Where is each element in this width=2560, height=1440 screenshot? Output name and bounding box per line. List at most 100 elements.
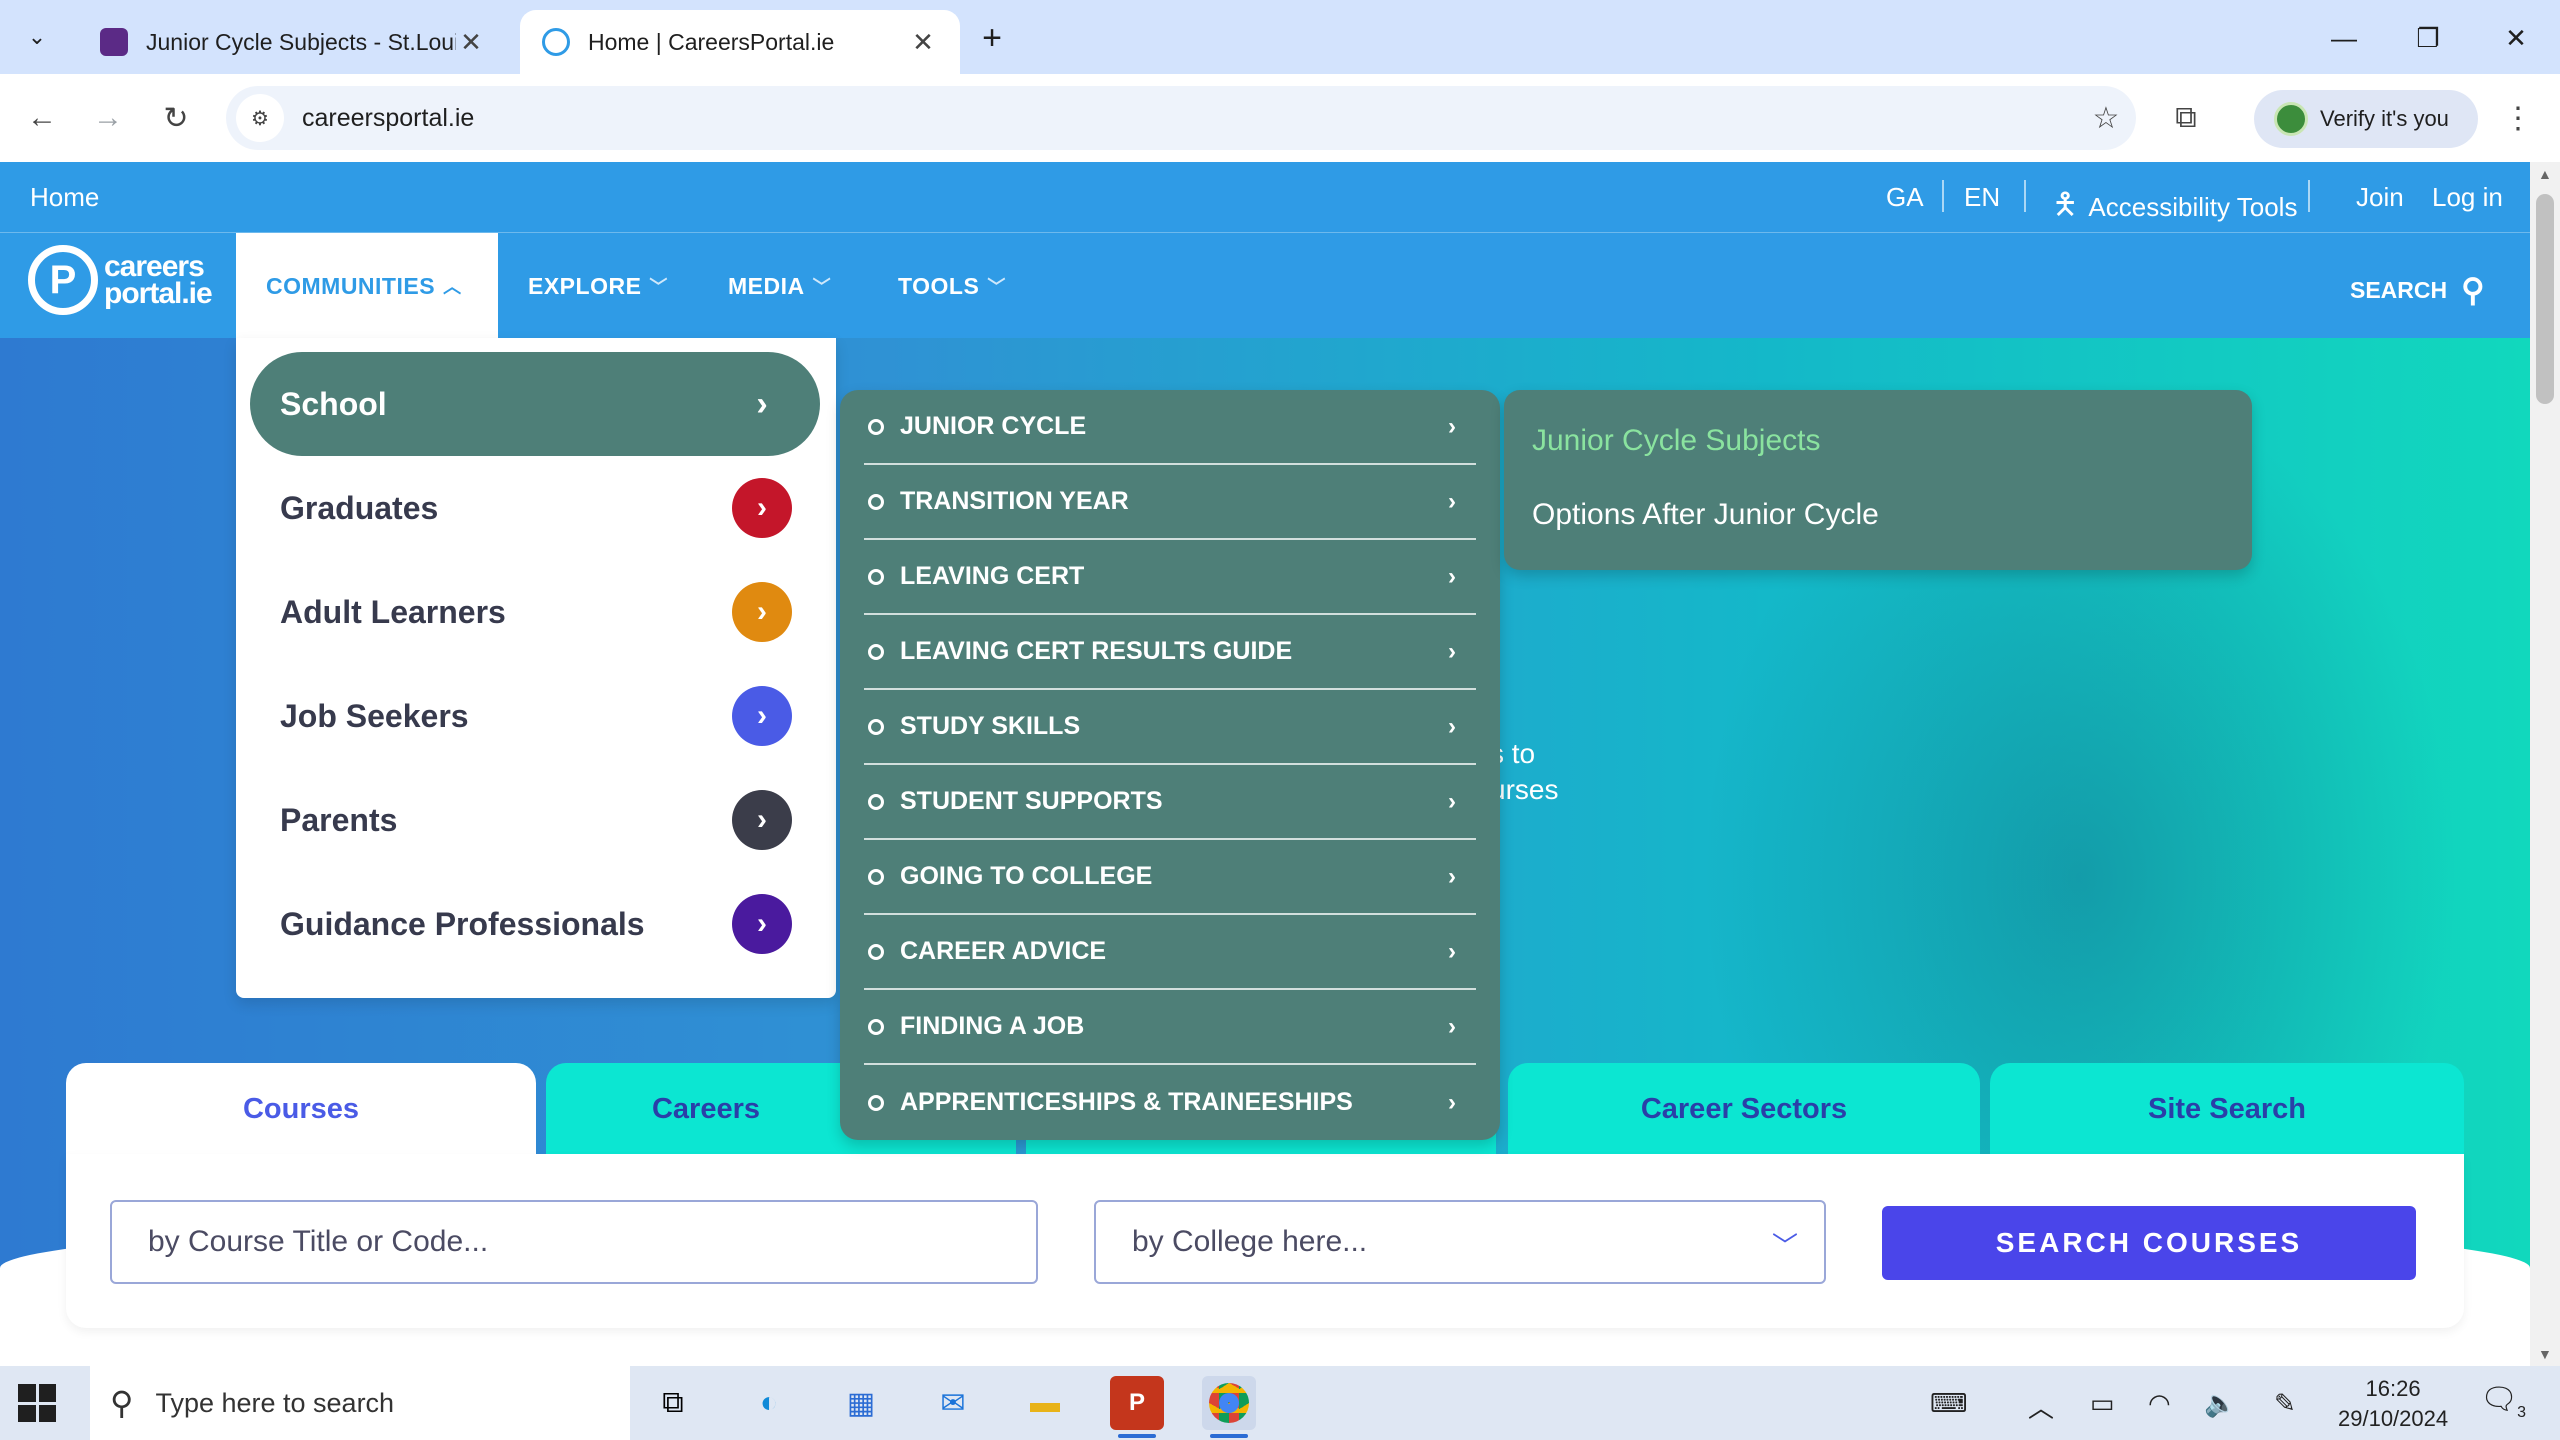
submenu-finding-a-job[interactable]: FINDING A JOB › (864, 990, 1476, 1065)
community-label: Job Seekers (280, 697, 469, 734)
submenu-label: CAREER ADVICE (900, 937, 1107, 965)
more-menu-icon[interactable]: ⋮ (2494, 94, 2542, 142)
bullet-icon (868, 643, 884, 660)
minimize-icon[interactable]: — (2304, 10, 2384, 66)
submenu-career-advice[interactable]: CAREER ADVICE › (864, 915, 1476, 990)
page-scrollbar[interactable]: ▲ ▼ (2530, 162, 2560, 1366)
taskbar-clock[interactable]: 16:26 29/10/2024 (2338, 1374, 2448, 1434)
reload-icon[interactable]: ↻ (152, 94, 200, 142)
accessibility-label: Accessibility Tools (2088, 192, 2298, 222)
tab-courses[interactable]: Courses (66, 1063, 536, 1155)
profile-verify-button[interactable]: Verify it's you (2254, 90, 2478, 148)
accessibility-tools-button[interactable]: 🯅 Accessibility Tools (2052, 182, 2297, 233)
back-icon[interactable]: ← (18, 94, 66, 142)
new-tab-icon[interactable]: + (972, 18, 1012, 58)
task-view-icon[interactable]: ⧉ (646, 1376, 700, 1430)
url-text[interactable]: careersportal.ie (302, 104, 2076, 133)
divider (2024, 180, 2026, 212)
tab-site-search[interactable]: Site Search (1990, 1063, 2464, 1155)
address-bar[interactable]: ⚙ careersportal.ie ☆ (226, 86, 2136, 150)
chevron-right-icon: › (1448, 1012, 1456, 1040)
show-hidden-icons-icon[interactable]: ︿ (2028, 1388, 2054, 1425)
hero-text-line-2: urses (1490, 774, 1559, 805)
login-link[interactable]: Log in (2432, 182, 2503, 213)
community-school[interactable]: School › (250, 352, 820, 456)
chevron-down-icon: ﹀ (1771, 1231, 1798, 1261)
close-tab-icon[interactable]: ✕ (908, 27, 938, 58)
join-link[interactable]: Join (2356, 182, 2404, 213)
site-info-icon[interactable]: ⚙ (236, 94, 284, 142)
battery-icon[interactable]: ▭ (2090, 1388, 2115, 1419)
search-courses-button[interactable]: SEARCH COURSES (1882, 1206, 2416, 1280)
chevron-right-icon: › (1448, 1088, 1456, 1116)
careersportal-logo[interactable]: P careers portal.ie (28, 245, 213, 315)
submenu-leaving-cert-results-guide[interactable]: LEAVING CERT RESULTS GUIDE › (864, 615, 1476, 690)
bookmark-star-icon[interactable]: ☆ (2076, 101, 2136, 136)
search-icon: ⚲ (110, 1385, 134, 1421)
community-adult-learners[interactable]: Adult Learners › (250, 560, 820, 664)
chrome-icon[interactable] (1202, 1376, 1256, 1438)
tab-career-sectors[interactable]: Career Sectors (1508, 1063, 1980, 1155)
mail-icon[interactable]: ✉ (926, 1376, 980, 1430)
file-explorer-icon[interactable]: ▬ (1018, 1376, 1072, 1430)
hero-text-line-1: s to (1490, 738, 1536, 769)
store-icon[interactable]: ▦ (834, 1376, 888, 1430)
browser-tab-junior-cycle[interactable]: Junior Cycle Subjects - St.Louis S ✕ (78, 10, 508, 74)
lang-en-link[interactable]: EN (1964, 182, 2000, 213)
forward-icon[interactable]: → (84, 94, 132, 142)
scroll-thumb[interactable] (2536, 194, 2554, 404)
bullet-icon (868, 568, 884, 585)
community-guidance-professionals[interactable]: Guidance Professionals › (250, 872, 820, 976)
link-junior-cycle-subjects[interactable]: Junior Cycle Subjects (1532, 424, 1820, 458)
junior-cycle-submenu: Junior Cycle Subjects Options After Juni… (1504, 390, 2252, 570)
nav-search-button[interactable]: SEARCH ⚲ (2350, 271, 2485, 309)
home-link[interactable]: Home (30, 182, 99, 213)
windows-start-icon[interactable] (18, 1384, 56, 1422)
submenu-leaving-cert[interactable]: LEAVING CERT › (864, 540, 1476, 615)
pen-icon[interactable]: ✎ (2274, 1388, 2296, 1419)
scroll-up-icon[interactable]: ▲ (2538, 166, 2552, 182)
community-label: Parents (280, 801, 398, 838)
restore-icon[interactable]: ❐ (2388, 10, 2468, 66)
college-select[interactable]: by College here... ﹀ (1094, 1200, 1826, 1284)
close-tab-icon[interactable]: ✕ (456, 27, 486, 58)
divider (1942, 180, 1944, 212)
taskbar-search-box[interactable]: ⚲ Type here to search (90, 1366, 630, 1440)
bullet-icon (868, 1018, 884, 1035)
submenu-apprenticeships[interactable]: APPRENTICESHIPS & TRAINEESHIPS › (864, 1065, 1476, 1140)
extensions-icon[interactable]: ⧉ (2162, 94, 2210, 142)
course-title-input[interactable]: by Course Title or Code... (110, 1200, 1038, 1284)
nav-explore[interactable]: EXPLORE ﹀ (528, 233, 668, 339)
close-window-icon[interactable]: ✕ (2476, 10, 2556, 66)
nav-media-label: MEDIA (728, 272, 805, 299)
chevron-right-icon: › (1448, 562, 1456, 590)
chevron-up-icon: ︿ (443, 277, 462, 297)
clock-time: 16:26 (2365, 1376, 2421, 1401)
community-graduates[interactable]: Graduates › (250, 456, 820, 560)
community-parents[interactable]: Parents › (250, 768, 820, 872)
nav-tools[interactable]: TOOLS ﹀ (898, 233, 1006, 339)
volume-icon[interactable]: 🔈 (2204, 1388, 2236, 1419)
nav-communities[interactable]: COMMUNITIES ︿ (236, 233, 498, 339)
submenu-going-to-college[interactable]: GOING TO COLLEGE › (864, 840, 1476, 915)
chevron-right-icon: › (1448, 712, 1456, 740)
lang-ga-link[interactable]: GA (1886, 182, 1924, 213)
nav-media[interactable]: MEDIA ﹀ (728, 233, 831, 339)
submenu-study-skills[interactable]: STUDY SKILLS › (864, 690, 1476, 765)
chevron-right-icon: › (732, 686, 792, 746)
browser-tab-careersportal[interactable]: Home | CareersPortal.ie ✕ (520, 10, 960, 74)
chevron-right-icon: › (756, 384, 768, 423)
windows-taskbar: ⚲ Type here to search ⧉ ◐ ▦ ✉ ▬ P ⌨ ︿ ▭ … (0, 1366, 2560, 1440)
scroll-down-icon[interactable]: ▼ (2538, 1346, 2552, 1362)
link-options-after-junior-cycle[interactable]: Options After Junior Cycle (1532, 498, 1879, 532)
wifi-icon[interactable]: ◠ (2148, 1388, 2171, 1419)
touch-keyboard-icon[interactable]: ⌨ (1930, 1388, 1968, 1419)
tab-search-dropdown-icon[interactable]: ⌄ (14, 14, 60, 60)
submenu-junior-cycle[interactable]: JUNIOR CYCLE › (864, 390, 1476, 465)
submenu-transition-year[interactable]: TRANSITION YEAR › (864, 465, 1476, 540)
community-job-seekers[interactable]: Job Seekers › (250, 664, 820, 768)
powerpoint-icon[interactable]: P (1110, 1376, 1164, 1438)
edge-icon[interactable]: ◐ (742, 1376, 796, 1430)
notifications-icon[interactable]: 🗨 3 (2480, 1382, 2526, 1422)
submenu-student-supports[interactable]: STUDENT SUPPORTS › (864, 765, 1476, 840)
